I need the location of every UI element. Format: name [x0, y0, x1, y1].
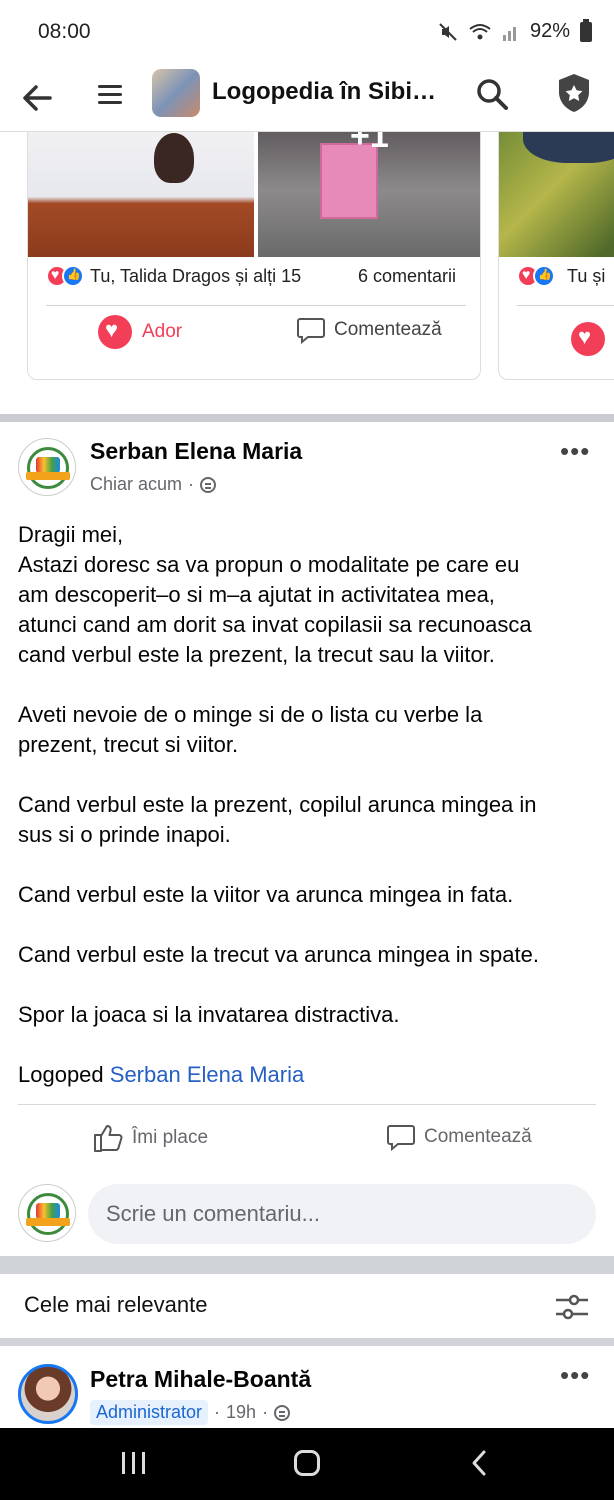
post-text-line: Astazi doresc sa va propun o modalitate … — [18, 552, 520, 577]
author-avatar[interactable] — [18, 438, 76, 496]
thumbs-up-icon — [94, 1125, 123, 1152]
like-label: Îmi place — [132, 1127, 209, 1148]
divider — [517, 305, 614, 306]
search-icon[interactable] — [474, 76, 510, 112]
recents-icon[interactable] — [122, 1452, 148, 1474]
section-separator — [0, 1256, 614, 1274]
commenter-name[interactable]: Petra Mihale-Boantă — [90, 1366, 311, 1393]
carousel-card-next[interactable]: Tu și — [498, 132, 614, 380]
mute-icon — [439, 22, 457, 41]
my-avatar[interactable] — [18, 1184, 76, 1242]
filter-sliders-icon[interactable] — [554, 1292, 590, 1322]
post-actions: Îmi place Comentează — [0, 1118, 614, 1164]
audience-icon — [274, 1404, 291, 1421]
comment-item: Petra Mihale-Boantă Administrator · 19h … — [0, 1346, 614, 1428]
carousel-card[interactable]: +1 Tu, Talida Dragos și alți 15 6 coment… — [27, 132, 481, 380]
comments-filter-bar[interactable]: Cele mai relevante — [0, 1274, 614, 1338]
page-title[interactable]: Logopedia în Sibiu... — [212, 78, 444, 106]
comment-bubble-icon — [387, 1125, 415, 1152]
reactions-text: Tu și — [567, 265, 606, 286]
system-nav-bar — [0, 1428, 614, 1500]
audience-icon[interactable] — [200, 476, 217, 493]
post-time[interactable]: Chiar acum — [90, 474, 182, 495]
heart-icon[interactable] — [571, 322, 605, 356]
comment-label: Comentează — [424, 1126, 532, 1147]
signature-prefix: Logoped — [18, 1062, 110, 1087]
divider — [46, 305, 466, 306]
love-label: Ador — [142, 321, 183, 342]
comments-count[interactable]: 6 comentarii — [358, 257, 456, 295]
post-author[interactable]: Serban Elena Maria — [90, 438, 302, 465]
love-button[interactable]: Ador — [98, 315, 182, 349]
wifi-icon — [469, 23, 491, 39]
like-button[interactable]: Îmi place — [92, 1122, 208, 1154]
more-photos-count: +1 — [350, 132, 389, 155]
post-text-line: Cand verbul este la viitor va arunca min… — [18, 882, 514, 907]
card-actions: Ador Comentează — [28, 315, 480, 365]
comments-sort-label[interactable]: Cele mai relevante — [24, 1292, 207, 1318]
post-text-line: cand verbul este la prezent, la trecut s… — [18, 642, 495, 667]
battery-percent: 92% — [529, 20, 570, 42]
post-text-line: Cand verbul este la prezent, copilul aru… — [18, 792, 537, 817]
post-text-line: Cand verbul este la trecut va arunca min… — [18, 942, 539, 967]
comment-label: Comentează — [334, 319, 442, 340]
comment-button[interactable]: Comentează — [386, 1122, 532, 1152]
home-icon[interactable] — [294, 1450, 320, 1476]
comment-bubble-icon — [297, 318, 325, 345]
post-text-line: atunci cand am dorit sa invat copilasii … — [18, 612, 532, 637]
post-meta: Chiar acum · — [90, 474, 217, 495]
back-arrow-icon[interactable] — [18, 78, 58, 118]
comment-input[interactable]: Scrie un comentariu... — [88, 1184, 596, 1244]
comment-time[interactable]: 19h — [226, 1402, 256, 1423]
divider — [18, 1104, 596, 1105]
post-signature: Logoped Serban Elena Maria — [18, 1060, 598, 1090]
grass-photo[interactable] — [499, 132, 614, 257]
back-chevron-icon[interactable] — [468, 1448, 490, 1478]
post-text-line: am descoperit–o si m–a ajutat in activit… — [18, 582, 495, 607]
shield-star-icon[interactable] — [556, 72, 592, 114]
more-options-icon[interactable]: ••• — [560, 1360, 590, 1391]
comment-button[interactable]: Comentează — [296, 315, 442, 345]
status-time: 08:00 — [38, 20, 91, 43]
comment-meta: Administrator · 19h · — [90, 1400, 291, 1425]
reactions-summary[interactable]: Tu și — [517, 257, 605, 295]
more-options-icon[interactable]: ••• — [560, 436, 590, 467]
like-reaction-icon — [533, 265, 555, 287]
book-photo[interactable]: +1 — [258, 132, 480, 257]
signal-icon — [502, 26, 516, 41]
status-bar: 08:00 92% — [0, 0, 614, 66]
post-text-line: Dragii mei, — [18, 522, 124, 547]
section-separator — [0, 414, 614, 422]
status-icons: 92% — [438, 18, 592, 43]
section-separator — [0, 1338, 614, 1346]
like-reaction-icon — [62, 265, 84, 287]
post-text-line: prezent, trecut si viitor. — [18, 732, 239, 757]
reactions-text: Tu, Talida Dragos și alți 15 — [90, 265, 302, 286]
commenter-avatar[interactable] — [18, 1364, 78, 1424]
heart-icon — [98, 315, 132, 349]
battery-icon — [580, 18, 592, 42]
post-text-line: Spor la joaca si la invatarea distractiv… — [18, 1002, 400, 1027]
conference-photo[interactable] — [28, 132, 254, 257]
post-body: Dragii mei, Astazi doresc sa va propun o… — [18, 520, 598, 1090]
post-text-line: Aveti nevoie de o minge si de o lista cu… — [18, 702, 483, 727]
app-header: Logopedia în Sibiu... — [0, 66, 614, 132]
post: Serban Elena Maria Chiar acum · ••• Drag… — [0, 422, 614, 1252]
shared-posts-carousel[interactable]: +1 Tu, Talida Dragos și alți 15 6 coment… — [0, 132, 614, 414]
author-link[interactable]: Serban Elena Maria — [110, 1062, 304, 1087]
admin-badge: Administrator — [90, 1400, 209, 1425]
post-text-line: sus si o prinde inapoi. — [18, 822, 231, 847]
menu-icon[interactable] — [98, 80, 128, 114]
group-avatar[interactable] — [152, 69, 200, 117]
